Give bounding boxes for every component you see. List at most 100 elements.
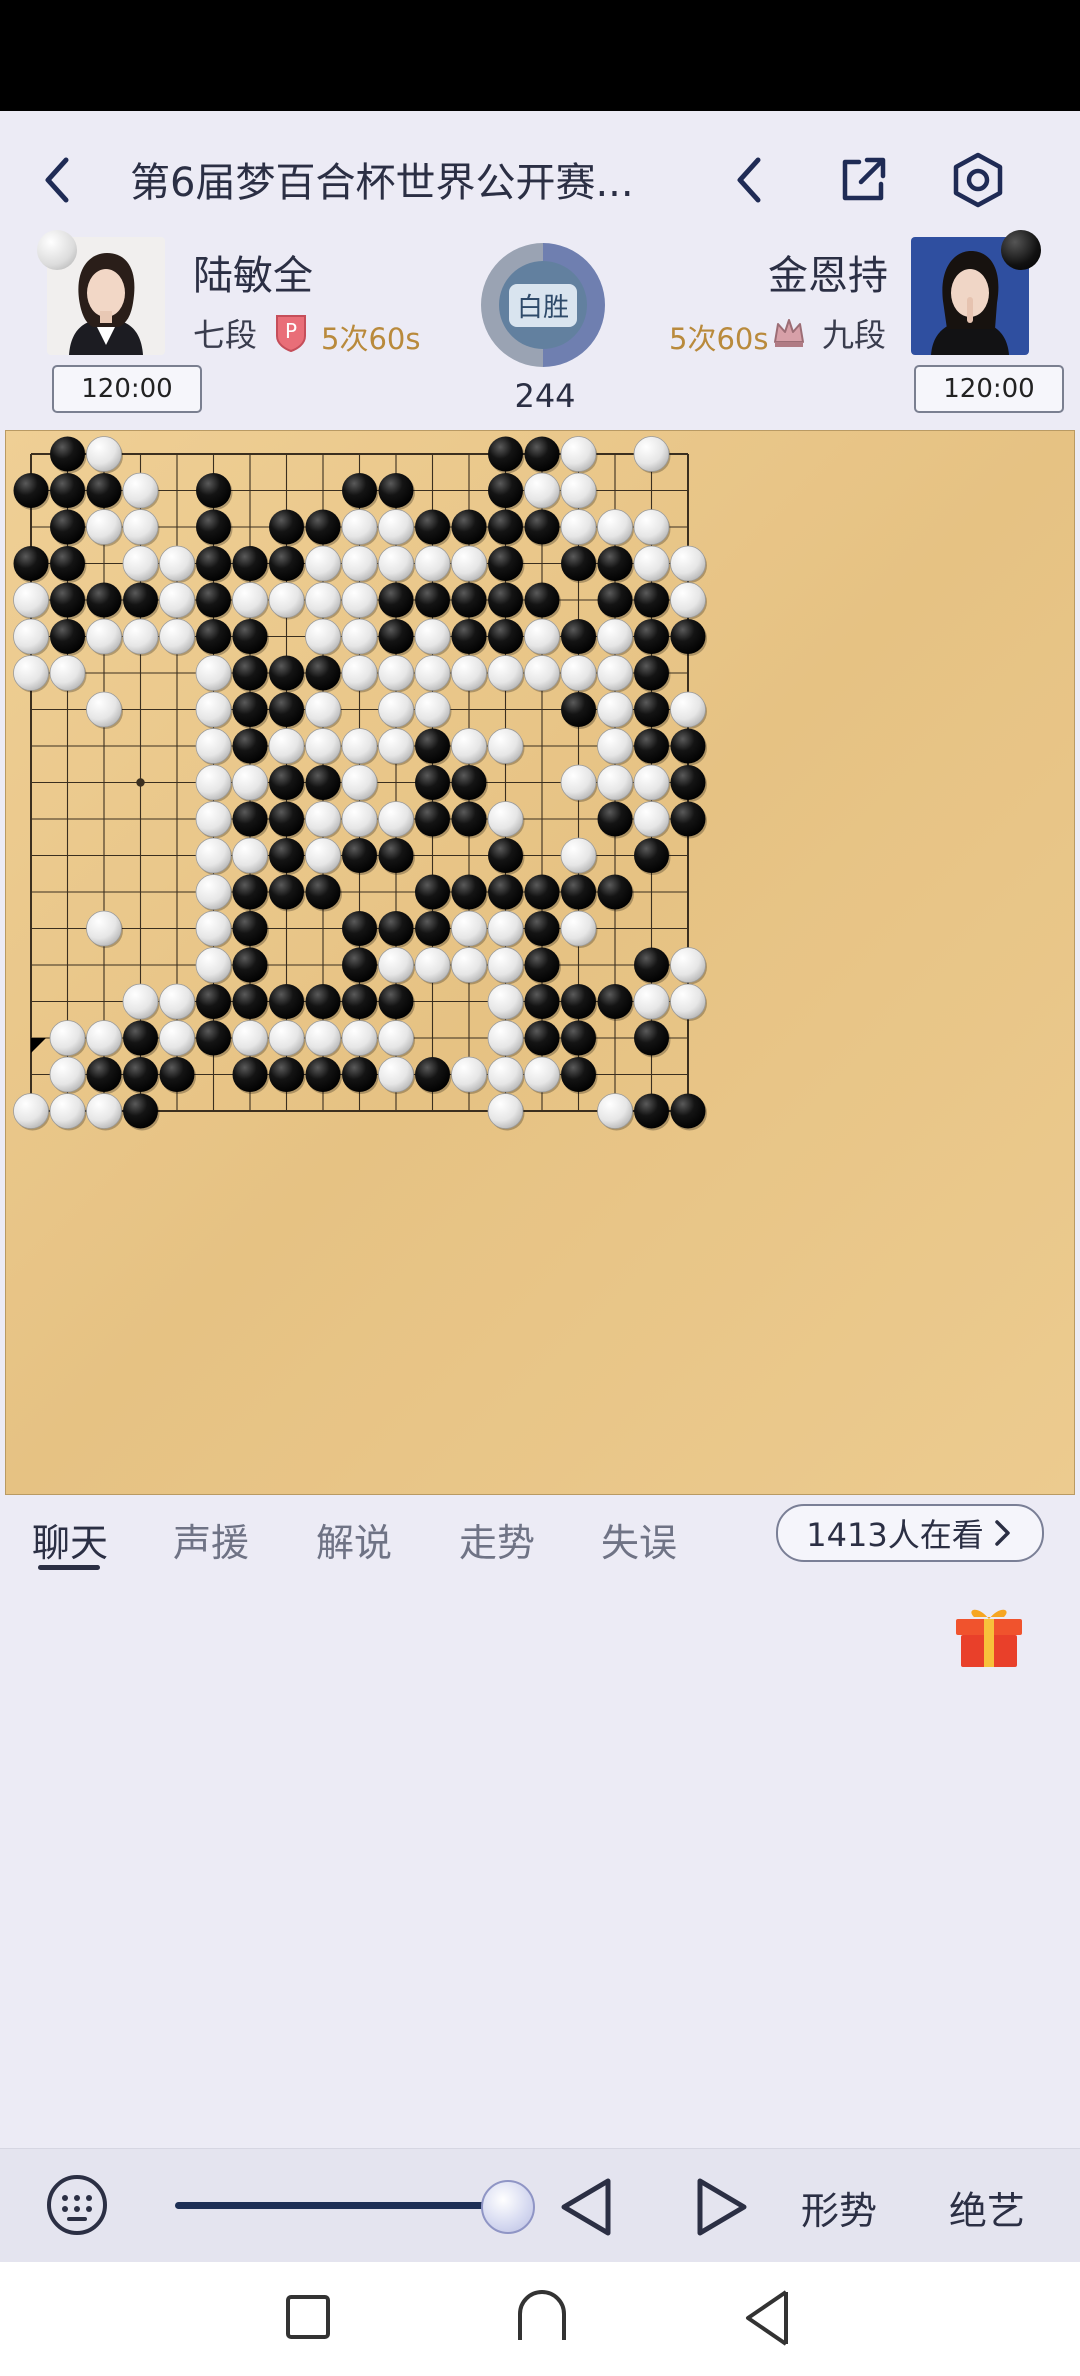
black-stone bbox=[196, 984, 231, 1019]
right-player-byoyomi: 5次60s bbox=[669, 322, 769, 356]
black-stone bbox=[634, 1093, 669, 1129]
white-stone bbox=[13, 655, 49, 691]
tab-trend[interactable]: 走势 bbox=[459, 1512, 535, 1567]
white-stone bbox=[159, 545, 195, 582]
back-icon[interactable] bbox=[742, 2288, 792, 2348]
black-stone bbox=[451, 509, 487, 545]
white-stone bbox=[268, 1020, 305, 1056]
board-canvas[interactable] bbox=[4, 429, 1076, 1496]
white-stone bbox=[597, 618, 633, 655]
go-board[interactable] bbox=[4, 429, 1076, 1496]
white-stone bbox=[341, 545, 378, 582]
tab-commentary[interactable]: 解说 bbox=[316, 1512, 392, 1567]
black-stone bbox=[488, 509, 523, 545]
white-stone bbox=[305, 728, 341, 764]
black-stone bbox=[597, 874, 633, 910]
black-stone bbox=[561, 1020, 596, 1056]
black-stone bbox=[269, 801, 304, 837]
black-stone bbox=[232, 947, 268, 983]
white-stone bbox=[305, 691, 341, 728]
white-stone bbox=[195, 910, 232, 947]
black-stone bbox=[561, 984, 596, 1019]
black-stone bbox=[488, 838, 523, 873]
white-stone bbox=[305, 837, 341, 874]
black-stone bbox=[123, 1093, 158, 1129]
black-stone bbox=[50, 473, 85, 508]
black-stone bbox=[342, 984, 377, 1019]
white-stone bbox=[86, 618, 122, 655]
black-stone bbox=[634, 619, 669, 654]
white-stone bbox=[159, 618, 195, 655]
white-stone bbox=[451, 1056, 487, 1093]
white-stone bbox=[597, 764, 633, 801]
move-slider-track[interactable] bbox=[175, 2202, 505, 2209]
black-stone bbox=[670, 1093, 706, 1129]
playback-bar bbox=[0, 2148, 1080, 2263]
white-stone bbox=[560, 764, 597, 801]
black-stone bbox=[488, 874, 523, 910]
white-stone bbox=[487, 728, 524, 764]
black-stone bbox=[415, 874, 450, 910]
recent-apps-icon[interactable] bbox=[284, 2293, 332, 2341]
white-stone bbox=[341, 509, 378, 545]
white-stone bbox=[13, 1093, 49, 1129]
crown-icon bbox=[770, 312, 808, 350]
left-player-name: 陆敏全 bbox=[193, 253, 313, 299]
tab-mistakes[interactable]: 失误 bbox=[601, 1512, 677, 1567]
black-stone bbox=[123, 1057, 158, 1092]
black-stone bbox=[488, 619, 523, 654]
black-stone bbox=[232, 655, 268, 691]
home-icon[interactable] bbox=[514, 2290, 570, 2346]
black-stone bbox=[488, 546, 523, 581]
black-stone bbox=[451, 874, 487, 910]
white-stone bbox=[633, 545, 670, 582]
keyboard-icon[interactable] bbox=[44, 2172, 110, 2238]
black-stone bbox=[232, 619, 268, 654]
previous-move-icon[interactable] bbox=[554, 2174, 618, 2240]
black-stone bbox=[305, 655, 341, 691]
gift-icon[interactable] bbox=[952, 1605, 1026, 1669]
tab-chat[interactable]: 聊天 bbox=[32, 1512, 108, 1567]
black-stone bbox=[232, 801, 268, 837]
tab-support[interactable]: 声援 bbox=[173, 1512, 249, 1567]
white-stone bbox=[451, 545, 487, 582]
white-stone bbox=[122, 472, 159, 509]
white-stone bbox=[305, 618, 341, 655]
white-stone bbox=[451, 728, 487, 764]
white-stone bbox=[195, 837, 232, 874]
black-stone bbox=[561, 874, 596, 910]
black-stone bbox=[13, 473, 49, 508]
white-stone bbox=[232, 764, 268, 801]
back-arrow-icon[interactable] bbox=[34, 152, 80, 208]
result-indicator: 白胜 bbox=[481, 243, 605, 367]
black-stone bbox=[196, 473, 231, 508]
white-stone bbox=[597, 728, 633, 764]
next-move-icon[interactable] bbox=[690, 2174, 754, 2240]
black-stone bbox=[269, 874, 304, 910]
white-stone bbox=[378, 1020, 414, 1056]
previous-icon[interactable] bbox=[726, 152, 772, 208]
situation-button[interactable]: 形势 bbox=[801, 2180, 877, 2235]
settings-icon[interactable] bbox=[946, 148, 1010, 212]
black-stone bbox=[415, 911, 450, 946]
ai-button[interactable]: 绝艺 bbox=[949, 2180, 1025, 2235]
black-stone bbox=[269, 1057, 304, 1092]
white-stone bbox=[268, 582, 305, 618]
white-stone bbox=[195, 874, 232, 910]
white-stone bbox=[670, 947, 706, 983]
black-stone bbox=[50, 546, 85, 581]
black-stone bbox=[123, 582, 158, 618]
move-slider-knob[interactable] bbox=[481, 2180, 535, 2234]
white-stone bbox=[305, 1020, 341, 1056]
black-stone bbox=[488, 473, 523, 508]
white-stone bbox=[341, 655, 378, 691]
viewers-button[interactable]: 1413人在看 bbox=[776, 1504, 1044, 1562]
black-stone bbox=[269, 765, 304, 800]
white-stone bbox=[378, 728, 414, 764]
white-stone bbox=[232, 582, 268, 618]
share-icon[interactable] bbox=[833, 150, 893, 210]
black-stone bbox=[305, 874, 341, 910]
white-stone bbox=[341, 582, 378, 618]
black-stone bbox=[524, 984, 560, 1019]
black-stone bbox=[86, 582, 122, 618]
